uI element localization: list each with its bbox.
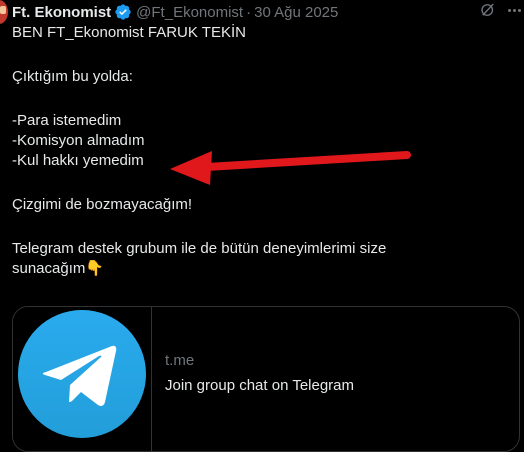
link-card-thumbnail[interactable]: [13, 307, 152, 451]
link-card[interactable]: t.me Join group chat on Telegram: [12, 306, 520, 452]
header-separator: ·: [246, 3, 252, 21]
avatar[interactable]: [0, 0, 8, 24]
more-icon[interactable]: [504, 0, 524, 20]
grok-icon[interactable]: [478, 0, 498, 20]
tweet-date[interactable]: 30 Ağu 2025: [254, 4, 338, 21]
author-handle[interactable]: @Ft_Ekonomist: [136, 4, 243, 21]
tweet-line: -Para istemedim: [12, 112, 122, 129]
telegram-logo-icon: [18, 310, 146, 438]
author-name[interactable]: Ft. Ekonomist: [12, 4, 111, 21]
tweet-line: sunacağım👇: [12, 260, 105, 277]
link-card-text[interactable]: t.me Join group chat on Telegram: [165, 351, 354, 396]
tweet-line: Telegram destek grubum ile de bütün dene…: [12, 240, 387, 257]
red-arrow-annotation: [170, 151, 411, 185]
verified-badge-icon[interactable]: [114, 3, 132, 21]
link-card-title: Join group chat on Telegram: [165, 377, 355, 394]
tweet-line: Çıktığım bu yolda:: [12, 68, 133, 85]
tweet-line: Çizgimi de bozmayacağım!: [12, 196, 193, 213]
link-card-domain: t.me: [165, 352, 195, 369]
tweet-header: Ft. Ekonomist @Ft_Ekonomist · 30 Ağu 202…: [12, 2, 512, 22]
tweet-line: BEN FT_Ekonomist FARUK TEKİN: [12, 24, 246, 41]
